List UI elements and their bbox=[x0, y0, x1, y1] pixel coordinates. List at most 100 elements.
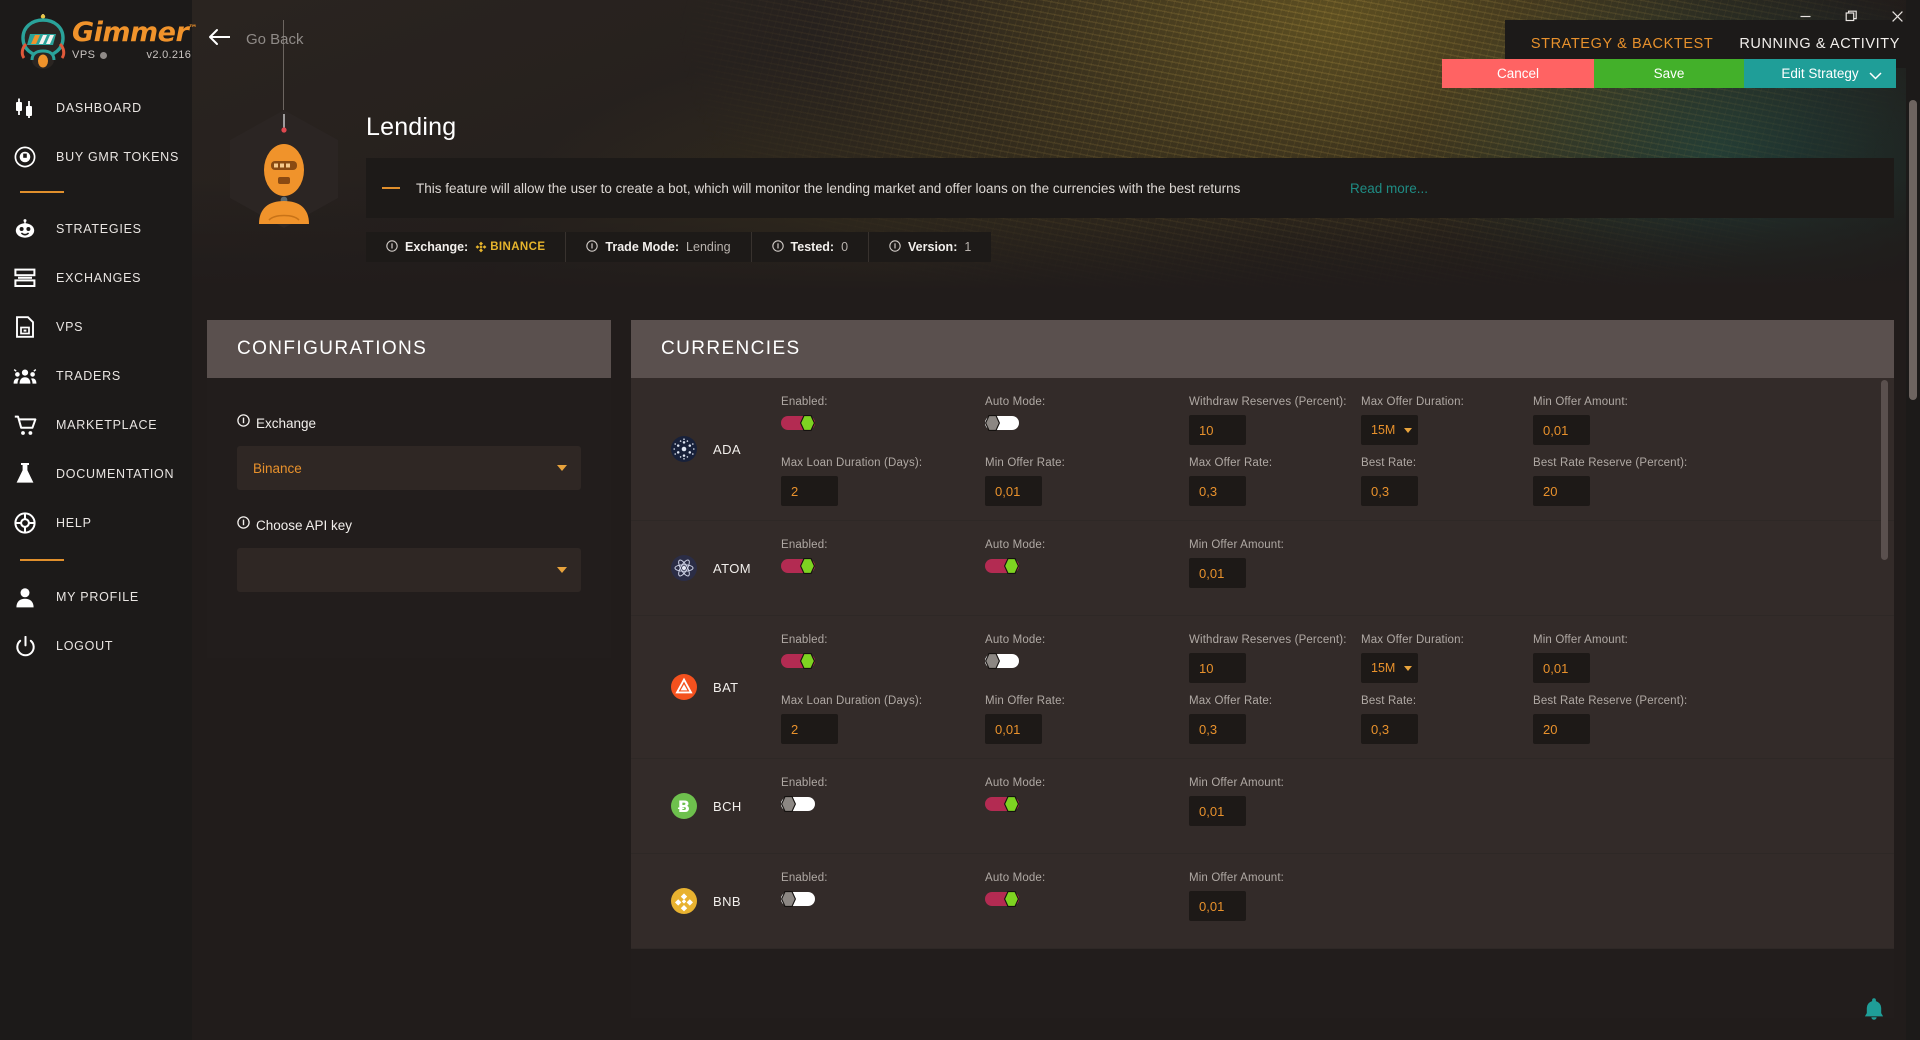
currency-row[interactable]: Ƀ BCH Enabled: Auto Mode: Min Offer Amount: 0… bbox=[631, 759, 1894, 854]
auto-mode-toggle[interactable] bbox=[985, 653, 1019, 669]
page-scrollbar[interactable] bbox=[1906, 0, 1920, 1040]
sidebar-item-vps[interactable]: VPS bbox=[0, 307, 192, 347]
max-offer-duration-select[interactable]: 15M bbox=[1361, 415, 1418, 445]
min-offer-amount-input[interactable]: 0,01 bbox=[1189, 796, 1246, 826]
auto-mode-label: Auto Mode: bbox=[985, 634, 1046, 646]
enabled-toggle[interactable] bbox=[781, 415, 815, 431]
notification-bell-button[interactable] bbox=[1852, 988, 1896, 1032]
enabled-label: Enabled: bbox=[781, 539, 828, 551]
api-key-label: Choose API key bbox=[256, 517, 353, 533]
sidebar-item-help[interactable]: HELP bbox=[0, 503, 192, 543]
sidebar-item-dashboard[interactable]: DASHBOARD bbox=[0, 88, 192, 128]
withdraw-reserves-input[interactable]: 10 bbox=[1189, 653, 1246, 683]
min-offer-amount-label: Min Offer Amount: bbox=[1533, 634, 1629, 646]
min-offer-rate-input[interactable]: 0,01 bbox=[985, 476, 1042, 506]
api-key-select[interactable] bbox=[237, 548, 581, 592]
meta-chip-version: Version: 1 bbox=[869, 232, 991, 262]
restore-button[interactable] bbox=[1828, 0, 1874, 32]
meta-chip-tested: Tested: 0 bbox=[752, 232, 870, 262]
best-rate-reserve-input[interactable]: 20 bbox=[1533, 714, 1590, 744]
max-loan-duration-input[interactable]: 2 bbox=[781, 714, 838, 744]
max-loan-duration-label: Max Loan Duration (Days): bbox=[781, 695, 923, 707]
enabled-label: Enabled: bbox=[781, 777, 828, 789]
brand-subtitle: VPS v2.0.216 bbox=[72, 49, 197, 61]
best-rate-input[interactable]: 0,3 bbox=[1361, 476, 1418, 506]
bot-description-bar: This feature will allow the user to crea… bbox=[366, 158, 1894, 218]
best-rate-cell: Best Rate: 0,3 bbox=[1361, 689, 1533, 744]
bat-icon bbox=[671, 674, 697, 700]
currency-fields-row-2: Max Loan Duration (Days): 2 Min Offer Rate… bbox=[781, 689, 1894, 744]
enabled-toggle[interactable] bbox=[781, 558, 815, 574]
cancel-button[interactable]: Cancel bbox=[1442, 59, 1594, 88]
currency-row[interactable]: ATOM Enabled: Auto Mode: Min Offer Amount: 0… bbox=[631, 521, 1894, 616]
sidebar-item-label: TRADERS bbox=[56, 369, 121, 383]
auto-mode-toggle[interactable] bbox=[985, 796, 1019, 812]
withdraw-reserves-input[interactable]: 10 bbox=[1189, 415, 1246, 445]
info-icon[interactable] bbox=[237, 414, 250, 432]
currencies-scroll-thumb[interactable] bbox=[1881, 380, 1888, 560]
max-offer-duration-label: Max Offer Duration: bbox=[1361, 396, 1464, 408]
minimize-button[interactable] bbox=[1782, 0, 1828, 32]
currencies-list[interactable]: ADA Enabled: Auto Mode: Withdraw Reserves (… bbox=[631, 378, 1894, 1018]
brand-name-text: Gimmer bbox=[72, 17, 189, 48]
enabled-toggle[interactable] bbox=[781, 653, 815, 669]
info-icon[interactable] bbox=[237, 516, 250, 534]
sidebar-item-exchanges[interactable]: EXCHANGES bbox=[0, 258, 192, 298]
auto-mode-toggle[interactable] bbox=[985, 415, 1019, 431]
currencies-scrollbar[interactable] bbox=[1881, 380, 1888, 940]
min-offer-amount-input[interactable]: 0,01 bbox=[1189, 891, 1246, 921]
info-icon[interactable] bbox=[386, 239, 398, 255]
max-offer-rate-input[interactable]: 0,3 bbox=[1189, 476, 1246, 506]
currency-row[interactable]: ADA Enabled: Auto Mode: Withdraw Reserves (… bbox=[631, 378, 1894, 521]
best-rate-reserve-input[interactable]: 20 bbox=[1533, 476, 1590, 506]
sidebar-item-label: BUY GMR TOKENS bbox=[56, 150, 180, 164]
sidebar-item-strategies[interactable]: STRATEGIES bbox=[0, 209, 192, 249]
min-offer-amount-input[interactable]: 0,01 bbox=[1533, 653, 1590, 683]
tab-running-activity[interactable]: RUNNING & ACTIVITY bbox=[1739, 36, 1900, 52]
best-rate-input[interactable]: 0,3 bbox=[1361, 714, 1418, 744]
exchange-select[interactable]: Binance bbox=[237, 446, 581, 490]
min-offer-amount-input[interactable]: 0,01 bbox=[1189, 558, 1246, 588]
max-offer-rate-label: Max Offer Rate: bbox=[1189, 695, 1273, 707]
go-back-button[interactable]: Go Back bbox=[208, 28, 304, 51]
currency-fields-row-1: Enabled: Auto Mode: Min Offer Amount: 0,01 bbox=[781, 533, 1894, 588]
info-icon[interactable] bbox=[771, 239, 784, 255]
gimmer-logo-icon bbox=[16, 14, 70, 70]
currency-fields-row-2: Max Loan Duration (Days): 2 Min Offer Rate… bbox=[781, 451, 1894, 506]
currency-fields-row-1: Enabled: Auto Mode: Withdraw Reserves (Per… bbox=[781, 390, 1894, 445]
meta-chip-value: 1 bbox=[964, 240, 972, 254]
server-document-icon bbox=[8, 314, 42, 340]
info-icon[interactable] bbox=[889, 239, 901, 255]
sidebar-item-my-profile[interactable]: MY PROFILE bbox=[0, 577, 192, 617]
toggle-knob-icon bbox=[781, 891, 796, 907]
edit-strategy-button[interactable]: Edit Strategy bbox=[1744, 59, 1896, 88]
tab-strategy-backtest[interactable]: STRATEGY & BACKTEST bbox=[1531, 36, 1713, 52]
currency-symbol: ATOM bbox=[713, 560, 751, 576]
max-loan-duration-input[interactable]: 2 bbox=[781, 476, 838, 506]
sidebar-nav-top: DASHBOARD BUY GMR TOKENS bbox=[0, 88, 192, 177]
enabled-toggle[interactable] bbox=[781, 891, 815, 907]
currency-row[interactable]: BNB Enabled: Auto Mode: Min Offer Amount: 0,… bbox=[631, 854, 1894, 949]
sidebar-item-marketplace[interactable]: MARKETPLACE bbox=[0, 405, 192, 445]
sidebar-item-documentation[interactable]: DOCUMENTATION bbox=[0, 454, 192, 494]
enabled-toggle[interactable] bbox=[781, 796, 815, 812]
min-offer-rate-input[interactable]: 0,01 bbox=[985, 714, 1042, 744]
configurations-panel: CONFIGURATIONS Exchange Binance Choose A… bbox=[207, 320, 611, 658]
save-button[interactable]: Save bbox=[1594, 59, 1744, 88]
currency-row[interactable]: BAT Enabled: Auto Mode: Withdraw Reserves (… bbox=[631, 616, 1894, 759]
auto-mode-toggle[interactable] bbox=[985, 558, 1019, 574]
read-more-link[interactable]: Read more... bbox=[1350, 181, 1428, 196]
go-back-label: Go Back bbox=[246, 31, 304, 48]
sidebar-item-traders[interactable]: TRADERS bbox=[0, 356, 192, 396]
toggle-knob bbox=[985, 415, 1000, 431]
info-icon[interactable] bbox=[586, 239, 599, 255]
meta-chip-key: Version: bbox=[908, 240, 958, 254]
sidebar-item-logout[interactable]: LOGOUT bbox=[0, 626, 192, 666]
min-offer-amount-input[interactable]: 0,01 bbox=[1533, 415, 1590, 445]
page-scroll-thumb[interactable] bbox=[1909, 100, 1917, 400]
auto-mode-toggle[interactable] bbox=[985, 891, 1019, 907]
max-offer-duration-select[interactable]: 15M bbox=[1361, 653, 1418, 683]
max-offer-rate-input[interactable]: 0,3 bbox=[1189, 714, 1246, 744]
sidebar-nav-bottom: MY PROFILE LOGOUT bbox=[0, 577, 192, 666]
sidebar-item-buy-gmr-tokens[interactable]: BUY GMR TOKENS bbox=[0, 137, 192, 177]
